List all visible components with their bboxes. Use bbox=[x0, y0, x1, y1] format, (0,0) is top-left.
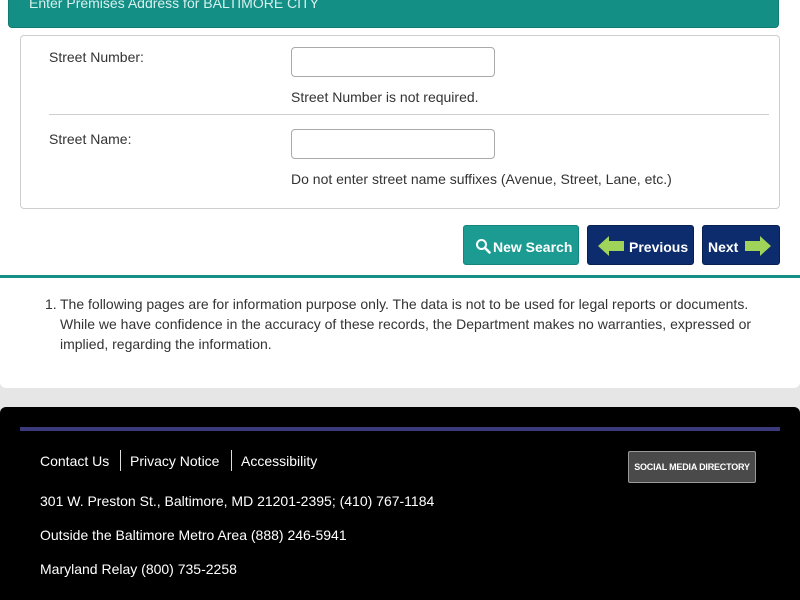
footer-relay-phone: Maryland Relay (800) 735-2258 bbox=[40, 561, 237, 577]
contact-us-link[interactable]: Contact Us bbox=[40, 453, 109, 469]
new-search-button[interactable]: New Search bbox=[463, 225, 579, 265]
next-button[interactable]: Next bbox=[702, 225, 780, 265]
footer-separator bbox=[231, 450, 232, 471]
search-icon bbox=[476, 239, 491, 254]
disclaimer-number: 1. bbox=[45, 296, 57, 312]
footer-rule bbox=[20, 427, 780, 431]
previous-label: Previous bbox=[629, 239, 689, 255]
address-form: Street Number: Street Number is not requ… bbox=[20, 35, 780, 209]
social-media-directory-label: SOCIAL MEDIA DIRECTORY bbox=[634, 462, 750, 472]
form-divider bbox=[49, 114, 769, 115]
footer-address: 301 W. Preston St., Baltimore, MD 21201-… bbox=[40, 493, 435, 509]
street-name-hint: Do not enter street name suffixes (Avenu… bbox=[291, 171, 672, 187]
previous-button[interactable]: Previous bbox=[587, 225, 694, 265]
social-media-directory-button[interactable]: SOCIAL MEDIA DIRECTORY bbox=[628, 451, 756, 483]
street-number-label: Street Number: bbox=[49, 49, 144, 65]
page-title: Enter Premises Address for BALTIMORE CIT… bbox=[29, 0, 319, 11]
arrow-left-icon bbox=[598, 236, 624, 256]
next-label: Next bbox=[708, 239, 739, 255]
panel-header: Enter Premises Address for BALTIMORE CIT… bbox=[8, 0, 779, 28]
privacy-notice-link[interactable]: Privacy Notice bbox=[130, 453, 219, 469]
footer-outside-phone: Outside the Baltimore Metro Area (888) 2… bbox=[40, 527, 347, 543]
street-name-input[interactable] bbox=[291, 129, 495, 159]
accessibility-link[interactable]: Accessibility bbox=[241, 453, 317, 469]
site-footer: Contact Us Privacy Notice Accessibility … bbox=[0, 407, 800, 600]
section-divider bbox=[0, 275, 800, 278]
disclaimer-text: The following pages are for information … bbox=[60, 296, 752, 352]
street-number-hint: Street Number is not required. bbox=[291, 89, 479, 105]
street-number-input[interactable] bbox=[291, 47, 495, 77]
main-page: Enter Premises Address for BALTIMORE CIT… bbox=[0, 0, 800, 388]
arrow-right-icon bbox=[745, 236, 771, 256]
footer-separator bbox=[120, 450, 121, 471]
street-name-label: Street Name: bbox=[49, 131, 132, 147]
new-search-label: New Search bbox=[493, 239, 573, 255]
